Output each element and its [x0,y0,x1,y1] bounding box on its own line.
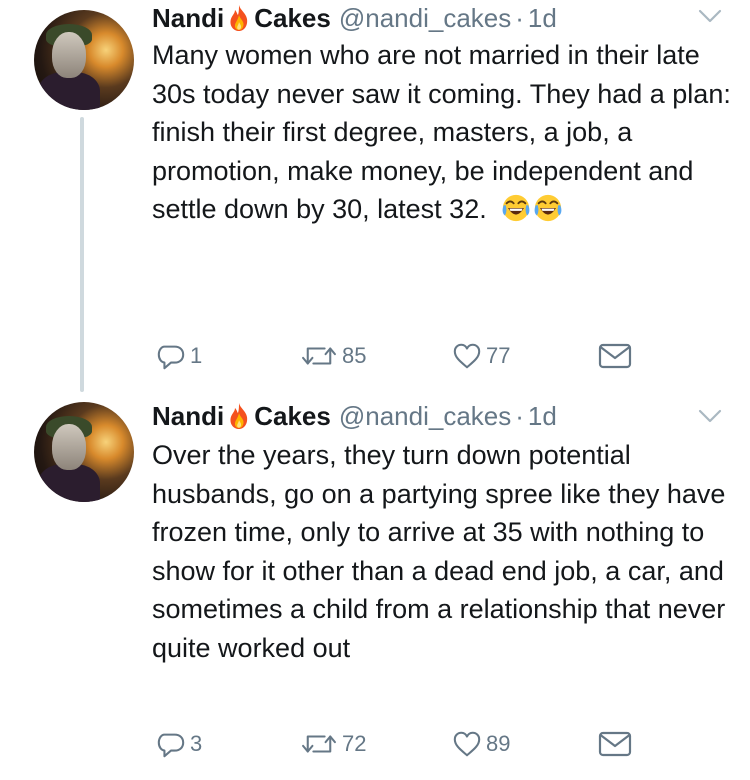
avatar[interactable] [34,402,134,502]
display-name-first: Nandi [152,2,225,33]
reply-icon [156,341,186,371]
heart-icon [452,341,482,371]
fire-icon [227,4,251,32]
retweet-button[interactable]: 85 [300,338,366,374]
tweet-header: Nandi Cakes @nandi_cakes · 1d [152,398,557,434]
tweet-text: Many women who are not married in their … [152,36,732,229]
reply-button[interactable]: 1 [156,338,202,374]
direct-message-button[interactable] [598,726,632,762]
tweet-text-body: Over the years, they turn down potential… [152,440,726,663]
like-count: 89 [486,731,511,756]
reply-icon [156,729,186,759]
tweet-text-body: Many women who are not married in their … [152,40,731,224]
like-count: 77 [486,343,511,368]
face-with-tears-of-joy-icon [533,193,563,223]
display-name-second: Cakes [254,400,331,431]
tweet-actions: 1 85 77 [152,338,642,374]
retweet-count: 85 [342,343,367,368]
reply-count: 1 [190,343,203,368]
tweet-actions: 3 72 89 [152,726,642,762]
avatar-face [52,32,86,78]
tweet-text: Over the years, they turn down potential… [152,436,732,667]
display-name[interactable]: Nandi Cakes [152,401,331,432]
direct-message-button[interactable] [598,338,632,374]
like-button[interactable]: 77 [452,338,510,374]
tweet[interactable]: Nandi Cakes @nandi_cakes · 1d Many women… [0,0,750,392]
display-name[interactable]: Nandi Cakes [152,3,331,34]
avatar[interactable] [34,10,134,110]
face-with-tears-of-joy-icon [501,193,531,223]
mail-icon [598,730,632,758]
user-handle[interactable]: @nandi_cakes [339,3,511,34]
tweet[interactable]: Nandi Cakes @nandi_cakes · 1d Over the y… [0,392,750,780]
retweet-button[interactable]: 72 [300,726,366,762]
display-name-second: Cakes [254,2,331,33]
separator-dot: · [515,400,524,431]
reply-count: 3 [190,731,203,756]
retweet-icon [300,729,338,759]
thread-line [80,117,84,392]
retweet-icon [300,341,338,371]
timestamp[interactable]: 1d [528,3,557,34]
fire-icon [227,402,251,430]
avatar-face [52,424,86,470]
heart-icon [452,729,482,759]
chevron-down-icon[interactable] [698,408,722,424]
retweet-count: 72 [342,731,367,756]
like-button[interactable]: 89 [452,726,510,762]
reply-button[interactable]: 3 [156,726,202,762]
tweet-header: Nandi Cakes @nandi_cakes · 1d [152,0,557,36]
mail-icon [598,342,632,370]
timestamp[interactable]: 1d [528,401,557,432]
separator-dot: · [515,2,524,33]
user-handle[interactable]: @nandi_cakes [339,401,511,432]
display-name-first: Nandi [152,400,225,431]
chevron-down-icon[interactable] [698,8,722,24]
